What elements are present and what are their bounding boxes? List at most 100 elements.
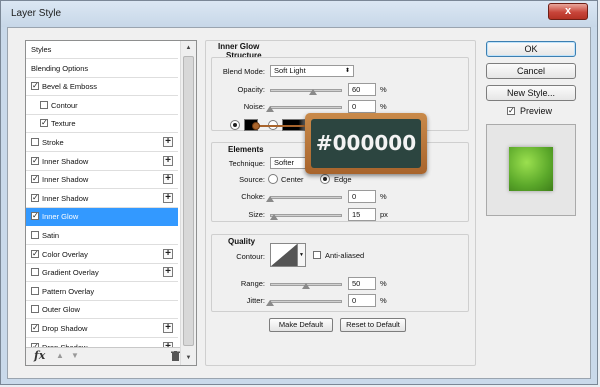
style-item-label: Bevel & Emboss: [42, 82, 98, 91]
opacity-slider-thumb[interactable]: [309, 89, 317, 95]
source-center-radio[interactable]: [268, 174, 278, 184]
style-item-label: Styles: [31, 45, 52, 54]
range-input[interactable]: 50: [348, 277, 376, 290]
list-scrollbar[interactable]: ▲ ▼: [180, 41, 196, 365]
styles-list-item[interactable]: Satin: [26, 227, 178, 245]
style-checkbox[interactable]: [31, 231, 39, 239]
preview-checkbox[interactable]: ✓: [507, 107, 515, 115]
size-slider-thumb[interactable]: [270, 214, 278, 220]
style-item-label: Inner Shadow: [42, 194, 89, 203]
choke-input[interactable]: 0: [348, 190, 376, 203]
move-down-icon[interactable]: ▼: [71, 351, 79, 360]
styles-list-item[interactable]: ✓ Bevel & Emboss: [26, 78, 178, 96]
cancel-button[interactable]: Cancel: [486, 63, 576, 79]
styles-list-item[interactable]: Pattern Overlay: [26, 283, 178, 301]
close-button[interactable]: x: [548, 3, 588, 20]
source-center-label: Center: [281, 175, 304, 184]
style-checkbox[interactable]: ✓: [31, 175, 39, 183]
range-label: Range:: [240, 279, 265, 288]
styles-list-item[interactable]: Stroke +: [26, 134, 178, 152]
noise-label: Noise:: [243, 102, 265, 111]
choke-label: Choke:: [241, 192, 265, 201]
add-effect-plus-icon[interactable]: +: [163, 267, 173, 277]
solid-color-radio[interactable]: [230, 120, 240, 130]
styles-list-item[interactable]: ✓ Texture: [26, 115, 178, 133]
style-checkbox[interactable]: ✓: [31, 82, 39, 90]
contour-dropdown-icon[interactable]: ▼: [298, 243, 306, 267]
size-slider[interactable]: [270, 214, 342, 217]
styles-list-item[interactable]: ✓Drop Shadow +: [26, 320, 178, 338]
add-effect-plus-icon[interactable]: +: [163, 137, 173, 147]
noise-input[interactable]: 0: [348, 100, 376, 113]
size-input[interactable]: 15: [348, 208, 376, 221]
add-effect-plus-icon[interactable]: +: [163, 174, 173, 184]
color-callout-text: #000000: [311, 119, 421, 168]
style-checkbox[interactable]: [31, 138, 39, 146]
style-item-label: Stroke: [42, 138, 64, 147]
new-style-button[interactable]: New Style...: [486, 85, 576, 101]
contour-picker[interactable]: [270, 243, 298, 267]
style-checkbox[interactable]: ✓: [31, 194, 39, 202]
range-slider-thumb[interactable]: [302, 283, 310, 289]
color-callout: #000000: [305, 113, 427, 174]
styles-list-item[interactable]: Contour: [26, 97, 178, 115]
add-effect-plus-icon[interactable]: +: [163, 249, 173, 259]
choke-slider-thumb[interactable]: [266, 196, 274, 202]
elements-title: Elements: [228, 145, 264, 154]
source-edge-radio[interactable]: [320, 174, 330, 184]
styles-list-item[interactable]: ✓ Inner Shadow +: [26, 171, 178, 189]
blend-mode-value: Soft Light: [274, 66, 306, 75]
trash-icon[interactable]: [171, 351, 180, 361]
jitter-slider[interactable]: [270, 300, 342, 303]
style-checkbox[interactable]: ✓: [31, 250, 39, 258]
blend-mode-select[interactable]: Soft Light ⬍: [270, 65, 354, 77]
style-item-label: Drop Shadow: [42, 324, 88, 333]
contour-label: Contour:: [236, 252, 265, 261]
styles-list-item[interactable]: ✓ Inner Shadow +: [26, 190, 178, 208]
add-effect-plus-icon[interactable]: +: [163, 193, 173, 203]
styles-list-item[interactable]: Gradient Overlay +: [26, 264, 178, 282]
noise-unit: %: [380, 102, 387, 111]
list-footer: fx ▲ ▼: [26, 347, 180, 365]
styles-list-item[interactable]: ✓ Inner Glow: [26, 208, 178, 226]
opacity-slider[interactable]: [270, 89, 342, 92]
scroll-thumb[interactable]: [183, 56, 194, 346]
reset-to-default-button[interactable]: Reset to Default: [340, 318, 406, 332]
style-checkbox[interactable]: [31, 305, 39, 313]
noise-slider-thumb[interactable]: [266, 106, 274, 112]
style-checkbox[interactable]: ✓: [40, 119, 48, 127]
jitter-input[interactable]: 0: [348, 294, 376, 307]
opacity-input[interactable]: 60: [348, 83, 376, 96]
style-checkbox[interactable]: ✓: [31, 324, 39, 332]
add-effect-plus-icon[interactable]: +: [163, 156, 173, 166]
styles-list-item[interactable]: Outer Glow: [26, 301, 178, 319]
styles-list-item[interactable]: Styles: [26, 41, 178, 59]
style-item-label: Pattern Overlay: [42, 287, 95, 296]
scroll-down-arrow-icon[interactable]: ▼: [181, 351, 196, 365]
anti-aliased-label: Anti-aliased: [325, 251, 365, 260]
styles-list-item[interactable]: ✓ Inner Shadow +: [26, 153, 178, 171]
style-checkbox[interactable]: ✓: [31, 212, 39, 220]
fx-menu-icon[interactable]: fx: [34, 349, 45, 362]
style-checkbox[interactable]: [40, 101, 48, 109]
noise-slider[interactable]: [270, 106, 342, 109]
style-checkbox[interactable]: [31, 287, 39, 295]
style-item-label: Texture: [51, 119, 76, 128]
style-item-label: Contour: [51, 101, 78, 110]
scroll-up-arrow-icon[interactable]: ▲: [181, 41, 196, 55]
make-default-button[interactable]: Make Default: [269, 318, 333, 332]
technique-value: Softer: [274, 158, 295, 167]
style-checkbox[interactable]: [31, 268, 39, 276]
anti-aliased-checkbox[interactable]: [313, 251, 321, 259]
choke-slider[interactable]: [270, 196, 342, 199]
styles-list: Styles Blending Options ✓ Bevel & Emboss Con…: [25, 40, 197, 366]
style-checkbox[interactable]: ✓: [31, 157, 39, 165]
move-up-icon[interactable]: ▲: [56, 351, 64, 360]
technique-label: Technique:: [228, 159, 265, 168]
jitter-slider-thumb[interactable]: [266, 300, 274, 306]
select-arrows-icon: ⬍: [344, 68, 350, 74]
add-effect-plus-icon[interactable]: +: [163, 323, 173, 333]
ok-button[interactable]: OK: [486, 41, 576, 57]
styles-list-item[interactable]: Blending Options: [26, 60, 178, 78]
styles-list-item[interactable]: ✓ Color Overlay +: [26, 246, 178, 264]
